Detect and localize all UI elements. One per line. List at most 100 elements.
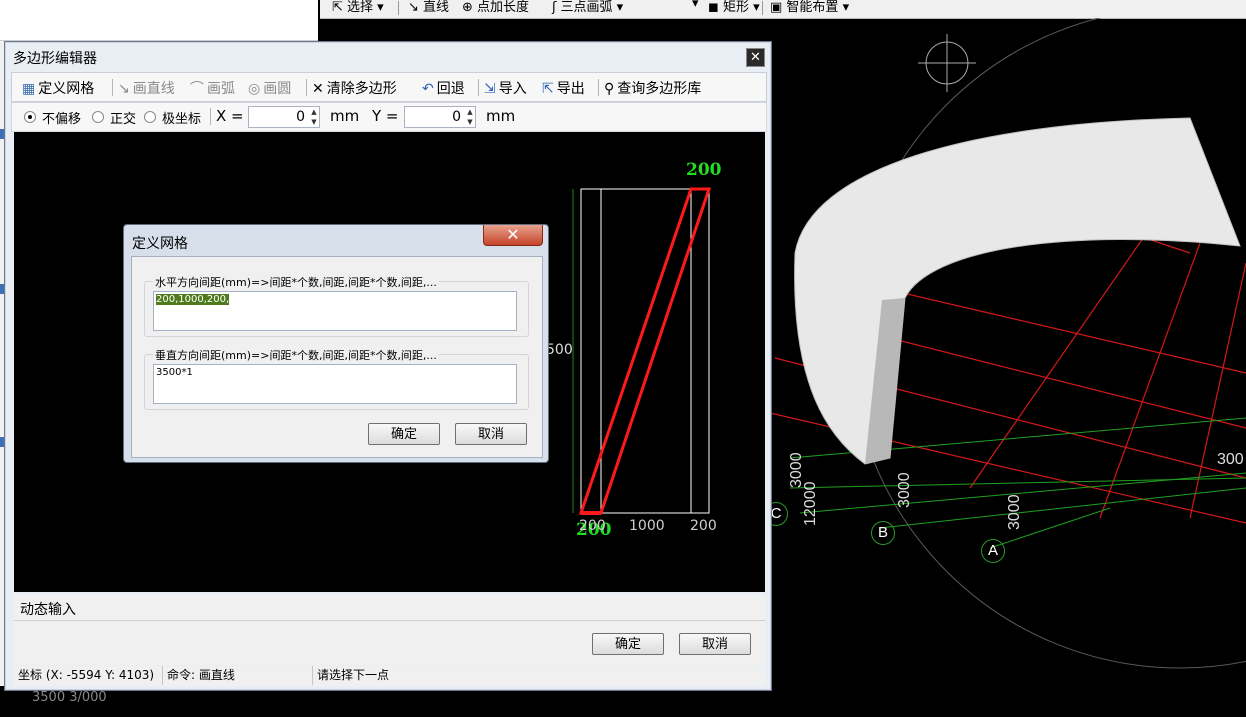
orthogonal-label: 正交 xyxy=(110,112,137,127)
vertical-spacing-group: 垂直方向间距(mm)=>间距*个数,间距,间距*个数,间距,... 3500*1 xyxy=(144,347,529,410)
status-bar: 坐标 (X: -5594 Y: 4103) 命令: 画直线 请选择下一点 xyxy=(14,666,765,686)
define-grid-dialog: 定义网格 ✕ 水平方向间距(mm)=>间距*个数,间距,间距*个数,间距,...… xyxy=(123,224,549,463)
orthogonal-radio[interactable] xyxy=(92,111,104,123)
polar-radio[interactable] xyxy=(144,111,156,123)
toolbar-separator xyxy=(112,79,113,96)
ok-button[interactable]: 确定 xyxy=(592,633,664,655)
top-dimension-label: 200 xyxy=(686,160,722,180)
undo-button[interactable]: ↶ 回退 xyxy=(422,78,465,98)
toolbar-separator xyxy=(398,1,399,15)
horizontal-spacing-input[interactable]: 200,1000,200, xyxy=(153,291,517,331)
draw-arc-label: 画弧 xyxy=(207,81,235,97)
vertical-spacing-label: 垂直方向间距(mm)=>间距*个数,间距,间距*个数,间距,... xyxy=(153,347,439,363)
horizontal-spacing-label: 水平方向间距(mm)=>间距*个数,间距,间距*个数,间距,... xyxy=(153,274,439,290)
polar-label: 极坐标 xyxy=(162,112,202,127)
no-offset-label: 不偏移 xyxy=(42,112,82,127)
toolbar-separator xyxy=(306,79,307,96)
no-offset-radio[interactable] xyxy=(24,111,36,123)
background-left-bottom-text: 3500 3/000 xyxy=(32,690,107,705)
y-unit: mm xyxy=(486,107,516,125)
query-library-button[interactable]: ⚲ 查询多边形库 xyxy=(604,78,701,98)
grid-lines xyxy=(580,188,710,514)
spinner-arrows-icon[interactable]: ▲ ▼ xyxy=(465,107,475,127)
vertical-spacing-input[interactable]: 3500*1 xyxy=(153,364,517,404)
draw-line-button[interactable]: ↘ 画直线 xyxy=(118,78,175,98)
dynamic-input-tab[interactable]: 动态输入 xyxy=(14,594,765,620)
dropdown-arrow-icon[interactable]: ▾ xyxy=(692,0,699,11)
undo-label: 回退 xyxy=(436,81,465,97)
undo-icon: ↶ xyxy=(422,81,434,97)
three-point-arc-tool[interactable]: ʃ 三点画弧 ▾ xyxy=(552,0,623,15)
draw-arc-button[interactable]: ⌒ 画弧 xyxy=(190,78,235,98)
toolbar-separator xyxy=(478,79,479,96)
dimension-label: 3000 xyxy=(896,472,913,508)
polygon-editor-footer: 确定 取消 xyxy=(14,620,765,665)
define-grid-button[interactable]: ▦ 定义网格 xyxy=(22,78,94,98)
three-point-arc-tool-label: 三点画弧 xyxy=(560,0,613,15)
import-button[interactable]: ⇲ 导入 xyxy=(484,78,527,98)
query-library-label: 查询多边形库 xyxy=(617,81,702,97)
arc-icon: ⌒ xyxy=(190,81,204,97)
draw-circle-label: 画圆 xyxy=(263,81,292,97)
3d-scene xyxy=(769,7,1246,669)
status-coordinates: 坐标 (X: -5594 Y: 4103) xyxy=(14,666,163,685)
export-icon: ⇱ xyxy=(542,81,554,97)
line-icon: ↘ xyxy=(118,81,130,97)
spinner-arrows-icon[interactable]: ▲ ▼ xyxy=(309,107,319,127)
close-icon[interactable]: ✕ xyxy=(483,225,543,246)
red-polygon xyxy=(578,187,712,515)
define-grid-label: 定义网格 xyxy=(38,81,95,97)
close-x-icon: ✕ xyxy=(312,81,324,97)
dimension-label: 12000 xyxy=(802,481,819,527)
dialog-title: 定义网格 xyxy=(132,236,188,252)
vertical-spacing-value: 3500*1 xyxy=(156,367,193,378)
grid-spacing-label: 1000 xyxy=(629,518,665,534)
toolbar-separator xyxy=(762,1,763,15)
select-tool-label: 选择 xyxy=(347,0,374,15)
horizontal-spacing-group: 水平方向间距(mm)=>间距*个数,间距,间距*个数,间距,... 200,10… xyxy=(144,274,529,337)
dimension-label: 3000 xyxy=(1006,494,1023,530)
line-tool[interactable]: ↘ 直线 xyxy=(408,0,449,15)
search-icon: ⚲ xyxy=(604,81,615,97)
x-input[interactable]: 0 ▲ ▼ xyxy=(248,106,320,128)
close-icon[interactable]: ✕ xyxy=(746,48,765,67)
cancel-button[interactable]: 取消 xyxy=(679,633,751,655)
status-command: 命令: 画直线 xyxy=(163,666,313,685)
point-length-tool[interactable]: ⊕ 点加长度 xyxy=(462,0,529,15)
3d-viewport[interactable]: 3000 12000 3000 3000 300 C B A xyxy=(764,7,1246,713)
toolbar-separator xyxy=(598,79,599,96)
export-label: 导出 xyxy=(556,81,585,97)
axis-bubble: B xyxy=(871,521,895,545)
x-label: X = xyxy=(216,107,244,125)
height-dimension-label: 500 xyxy=(546,342,573,358)
background-toolbar: ⇱ 选择 ▾ ↘ 直线 ⊕ 点加长度 ʃ 三点画弧 ▾ ▾ ◼ 矩形 ▾ ▣ 智… xyxy=(320,0,1246,19)
grid-spacing-label: 200 xyxy=(690,518,717,534)
toolbar-separator xyxy=(210,108,211,125)
select-tool[interactable]: ⇱ 选择 ▾ xyxy=(332,0,384,15)
dynamic-input-label: 动态输入 xyxy=(20,602,76,618)
point-length-tool-label: 点加长度 xyxy=(477,0,530,15)
dialog-body: 水平方向间距(mm)=>间距*个数,间距,间距*个数,间距,... 200,10… xyxy=(131,256,543,458)
import-label: 导入 xyxy=(498,81,527,97)
y-label: Y = xyxy=(372,107,399,125)
status-prompt: 请选择下一点 xyxy=(317,668,390,682)
smart-layout-tool-label: 智能布置 xyxy=(786,0,839,15)
background-left-header xyxy=(0,0,318,41)
draw-circle-button[interactable]: ◎ 画圆 xyxy=(248,78,291,98)
smart-layout-tool[interactable]: ▣ 智能布置 ▾ xyxy=(770,0,849,15)
grid-spacing-label: 200 xyxy=(579,518,606,534)
clear-polygon-button[interactable]: ✕ 清除多边形 xyxy=(312,78,397,98)
y-input[interactable]: 0 ▲ ▼ xyxy=(404,106,476,128)
line-tool-label: 直线 xyxy=(423,0,450,15)
rectangle-tool[interactable]: ◼ 矩形 ▾ xyxy=(708,0,760,15)
x-value: 0 xyxy=(296,109,305,125)
horizontal-spacing-value: 200,1000,200, xyxy=(156,294,230,305)
export-button[interactable]: ⇱ 导出 xyxy=(542,78,585,98)
curved-wall-solid xyxy=(794,117,1241,465)
clear-polygon-label: 清除多边形 xyxy=(326,81,397,97)
import-icon: ⇲ xyxy=(484,81,496,97)
dialog-ok-button[interactable]: 确定 xyxy=(368,423,440,445)
circle-icon: ◎ xyxy=(248,81,261,97)
dimension-label: 300 xyxy=(1217,451,1244,468)
dialog-cancel-button[interactable]: 取消 xyxy=(455,423,527,445)
